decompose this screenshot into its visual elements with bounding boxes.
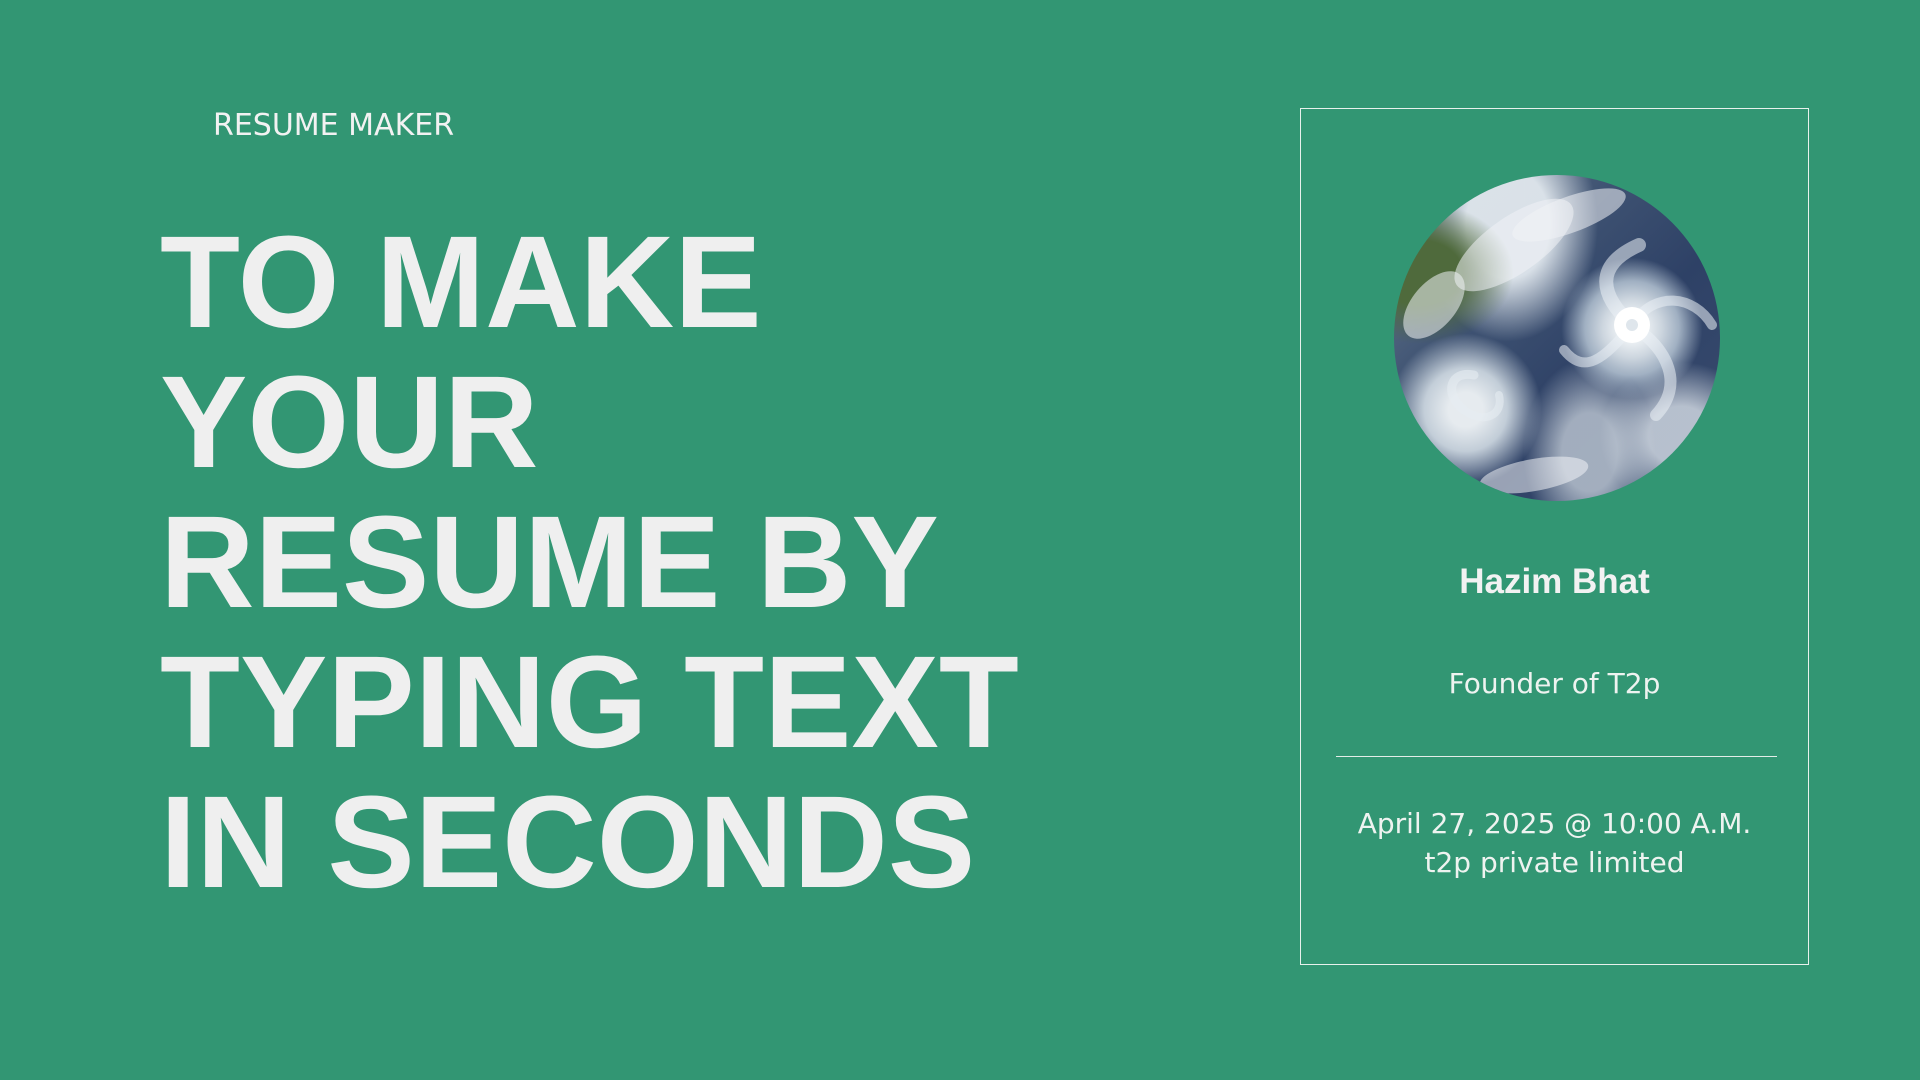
- divider: [1336, 756, 1777, 757]
- headline-line: YOUR: [160, 348, 539, 495]
- headline-line: RESUME BY: [160, 488, 939, 635]
- headline-line: IN SECONDS: [160, 768, 976, 915]
- headline-line: TYPING TEXT: [160, 628, 1019, 775]
- event-date: April 27, 2025 @ 10:00 A.M.: [1357, 807, 1752, 840]
- eyebrow-label: RESUME MAKER: [213, 108, 455, 143]
- speaker-name: Hazim Bhat: [1459, 562, 1650, 601]
- speaker-card: Hazim Bhat Founder of T2p April 27, 2025…: [1300, 108, 1809, 965]
- avatar: [1394, 175, 1720, 501]
- speaker-role: Founder of T2p: [1448, 667, 1661, 700]
- storm-photo-icon: [1403, 188, 1717, 494]
- event-organization: t2p private limited: [1424, 846, 1685, 879]
- headline-line: TO MAKE: [160, 208, 762, 355]
- headline: TO MAKE YOUR RESUME BY TYPING TEXT IN SE…: [160, 212, 1160, 912]
